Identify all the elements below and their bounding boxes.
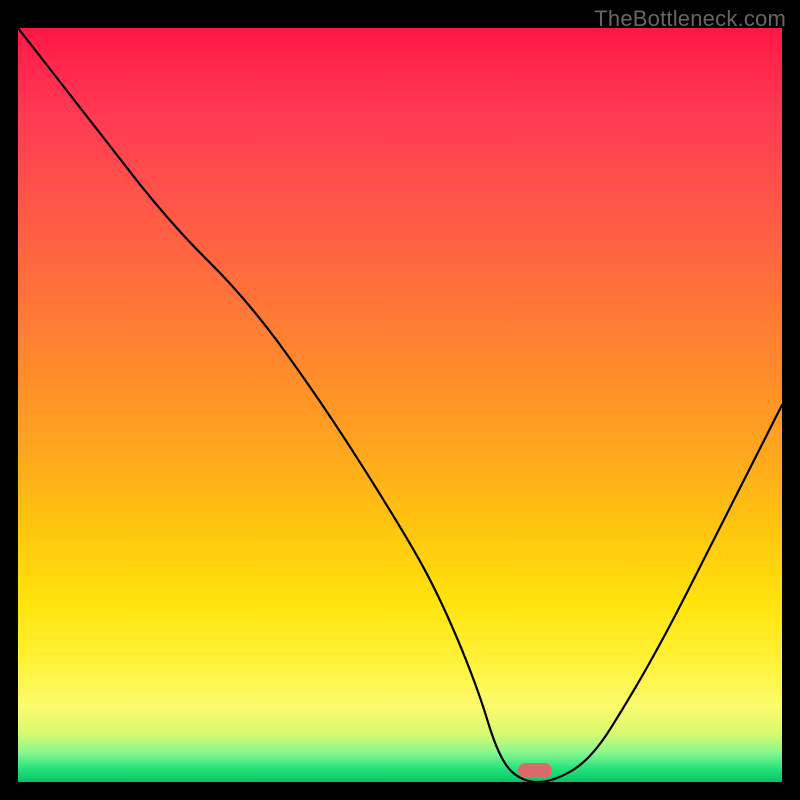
chart-frame: TheBottleneck.com: [0, 0, 800, 800]
optimum-marker: [518, 763, 552, 778]
watermark-text: TheBottleneck.com: [594, 6, 786, 32]
bottleneck-curve: [18, 28, 782, 782]
plot-area: [18, 28, 782, 782]
